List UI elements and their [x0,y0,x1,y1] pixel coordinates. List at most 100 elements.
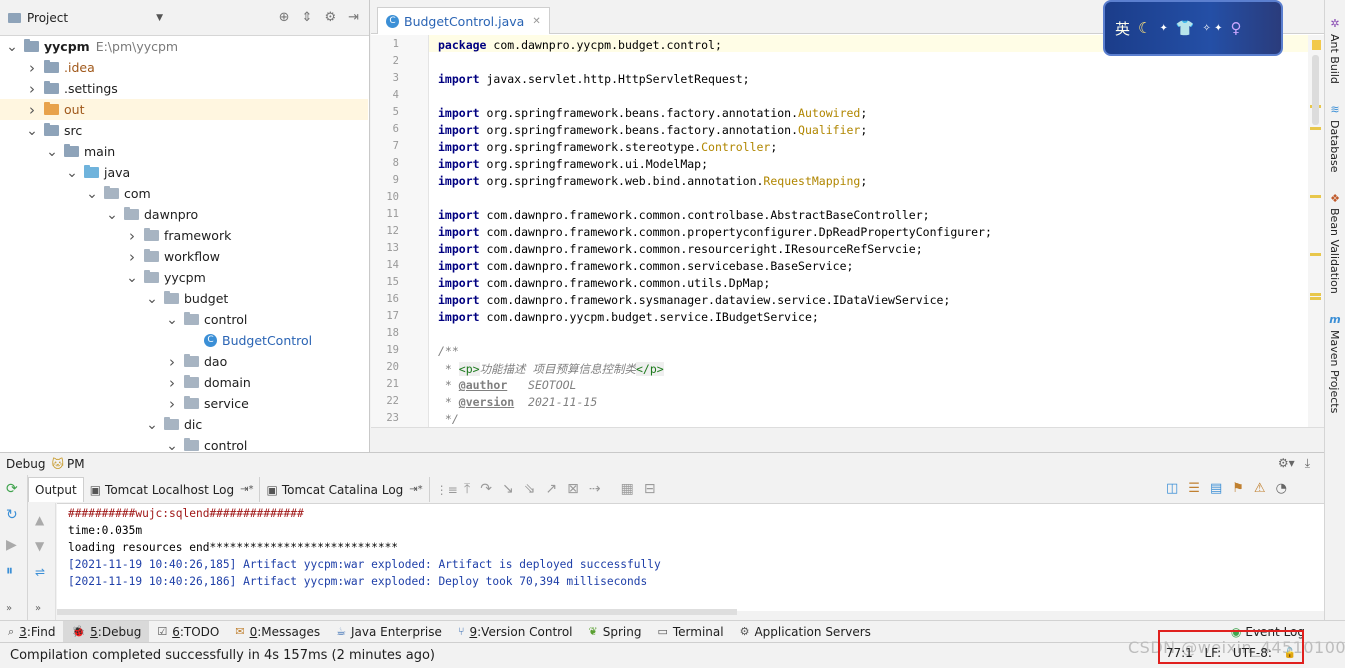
tool-find[interactable]: ⌕ 3: Find [0,621,63,643]
tool-java-enterprise[interactable]: ☕ Java Enterprise [328,621,450,643]
warning-marker[interactable] [1310,297,1321,300]
tree-item[interactable]: ⌄ yycpm [0,267,368,288]
chevron-right-icon[interactable]: › [166,395,178,413]
step-out-icon[interactable]: ↗ [545,481,557,497]
step-into-icon[interactable]: ↘ [502,481,514,497]
chevron-right-icon[interactable]: › [126,248,138,266]
caret-position[interactable]: 77:1 [1166,646,1193,660]
code-area[interactable]: package com.dawnpro.yycpm.budget.control… [429,35,1308,427]
tree-item[interactable]: ⌄ com [0,183,368,204]
ant-build-tool[interactable]: Ant Build [1328,34,1341,84]
collapse-all-icon[interactable]: ⇕ [302,10,313,25]
overhead-icon[interactable]: ◔ [1276,481,1287,496]
tree-item[interactable]: › domain [0,372,368,393]
maven-projects-tool[interactable]: Maven Projects [1328,330,1341,413]
tree-item[interactable]: ⌄ java [0,162,368,183]
pin-icon[interactable]: ⇥* [240,484,253,495]
tree-item[interactable]: › out [0,99,368,120]
tab-output[interactable]: Output [28,477,84,502]
force-step-into-icon[interactable]: ⇘ [524,481,536,497]
more-icon[interactable]: » [6,603,12,614]
chevron-down-icon[interactable]: ⌄ [166,313,178,327]
chevron-down-icon[interactable]: ⌄ [6,40,18,54]
memory-icon[interactable]: ⚠ [1254,481,1266,496]
console-scrollbar[interactable] [57,609,737,615]
tree-item[interactable]: › framework [0,225,368,246]
tab-tomcat-localhost-log[interactable]: ▣ Tomcat Localhost Log ⇥* [84,477,261,502]
tool-todo[interactable]: ☑ 6: TODO [149,621,227,643]
chevron-right-icon[interactable]: › [26,59,38,77]
pause-icon[interactable]: ⏸ [6,563,13,579]
tree-item[interactable]: › .idea [0,57,368,78]
chevron-down-icon[interactable]: ⌄ [146,292,158,306]
editor-scrollbar[interactable] [1308,35,1324,427]
tool-spring[interactable]: ❦ Spring [581,621,650,643]
chevron-right-icon[interactable]: › [26,101,38,119]
chevron-down-icon[interactable]: ⌄ [166,439,178,453]
project-view-selector[interactable]: Project [27,11,68,25]
hide-icon[interactable]: ⇥ [348,10,359,25]
tree-item[interactable]: › workflow [0,246,368,267]
tab-budgetcontrol[interactable]: C BudgetControl.java ✕ [377,7,550,34]
locate-icon[interactable]: ⊕ [279,10,290,25]
chevron-down-icon[interactable]: ⌄ [126,271,138,285]
bean-validation-tool[interactable]: Bean Validation [1328,208,1341,294]
tool-terminal[interactable]: ▭ Terminal [649,621,731,643]
show-execution-point-icon[interactable]: ⤒ [464,481,470,497]
evaluate-icon[interactable]: ▦ [621,481,634,497]
chevron-right-icon[interactable]: › [126,227,138,245]
warning-marker[interactable] [1310,127,1321,130]
threads-icon[interactable]: ⚑ [1232,481,1244,496]
tree-item[interactable]: ⌄ src [0,120,368,141]
layout-icon[interactable]: ▤ [1210,481,1222,496]
warning-marker[interactable] [1310,253,1321,256]
update-app-icon[interactable]: ↻ [6,507,18,523]
more-icon[interactable]: » [35,603,41,614]
tree-item[interactable]: C BudgetControl [0,330,368,351]
tree-item[interactable]: ⌄ budget [0,288,368,309]
chevron-right-icon[interactable]: › [166,353,178,371]
lock-icon[interactable]: 🔓 [1284,648,1296,659]
rerun-icon[interactable]: ⟳ [6,481,18,497]
pin-icon[interactable]: ⇥* [409,484,422,495]
drop-frame-icon[interactable]: ⊠ [567,481,579,497]
chevron-down-icon[interactable]: ⌄ [46,145,58,159]
hide-icon[interactable]: ⤓ [1305,456,1310,471]
tree-item[interactable]: ⌄ main [0,141,368,162]
tree-item[interactable]: ⌄ yycpm E:\pm\yycpm [0,36,368,57]
resume-icon[interactable]: ▶ [6,537,17,553]
chevron-down-icon[interactable]: ⌄ [146,418,158,432]
gear-icon[interactable]: ⚙▾ [1278,456,1295,471]
tool-messages[interactable]: ✉ 0: Messages [227,621,328,643]
database-tool[interactable]: Database [1328,120,1341,173]
tree-item[interactable]: ⌄ control [0,435,368,452]
gear-icon[interactable]: ⚙ [324,10,336,25]
chevron-right-icon[interactable]: › [26,80,38,98]
file-encoding[interactable]: UTF-8: [1233,646,1272,660]
scroll-thumb[interactable] [1312,55,1319,125]
tree-item[interactable]: ⌄ dic [0,414,368,435]
run-to-cursor-icon[interactable]: ⇢ [589,481,601,497]
tree-item[interactable]: › dao [0,351,368,372]
scroll-up-icon[interactable]: ▲ [35,513,44,527]
tree-item[interactable]: › .settings [0,78,368,99]
trace-icon[interactable]: ⊟ [644,481,656,497]
tab-tomcat-catalina-log[interactable]: ▣ Tomcat Catalina Log ⇥* [260,477,430,502]
tree-item[interactable]: ⌄ control [0,309,368,330]
variables-icon[interactable]: ☰ [1188,481,1200,496]
soft-wrap-icon[interactable]: ⇌ [35,565,45,579]
tool-application-servers[interactable]: ⚙ Application Servers [732,621,879,643]
tool-debug[interactable]: 🐞 5: Debug [63,620,150,643]
chevron-right-icon[interactable]: › [166,374,178,392]
line-separator[interactable]: LF: [1205,646,1222,660]
chevron-down-icon[interactable]: ⌄ [26,124,38,138]
frames-icon[interactable]: ◫ [1166,481,1178,496]
console-output[interactable]: ##########wujc:sqlend############## time:… [57,503,1324,611]
close-icon[interactable]: ✕ [532,16,540,27]
scroll-down-icon[interactable]: ▼ [35,539,44,553]
warning-marker[interactable] [1310,293,1321,296]
restore-layout-icon[interactable]: ⋮≡ [430,477,464,502]
chevron-down-icon[interactable]: ⌄ [66,166,78,180]
tree-item[interactable]: › service [0,393,368,414]
step-over-icon[interactable]: ↷ [480,481,492,497]
